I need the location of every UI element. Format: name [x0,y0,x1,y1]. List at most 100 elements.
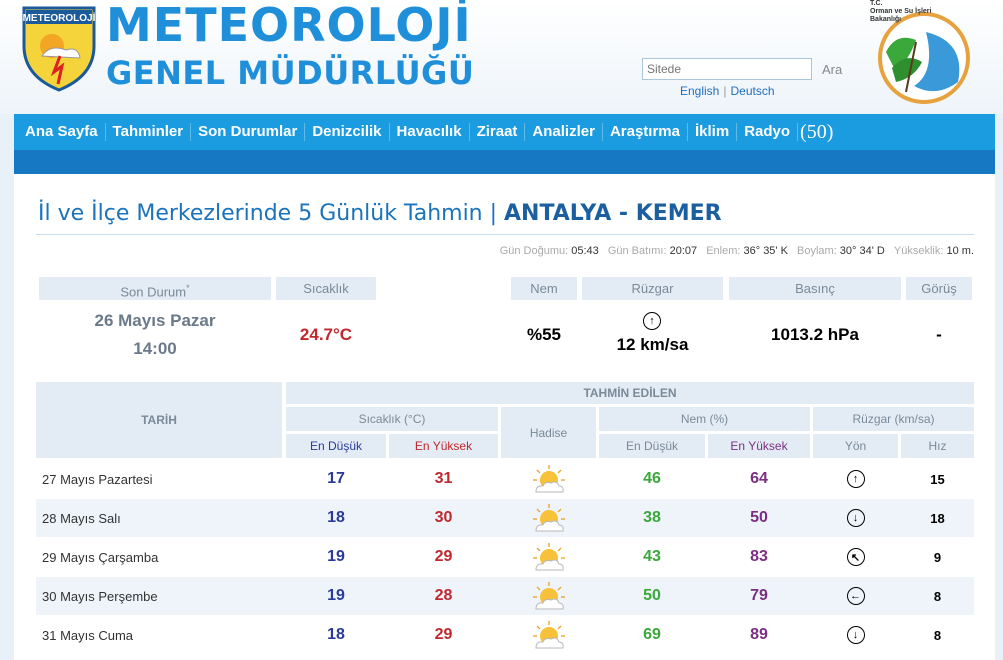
nav-item-arastirma[interactable]: Araştırma [603,123,688,141]
forecast-wind-speed: 15 [930,471,945,487]
table-row: 28 Mayıs Salı 18 30 38 50 18 ↓ [36,499,974,537]
language-links: English | Deutsch [680,84,775,98]
sub-nav-bar [14,150,995,174]
page-title-prefix: İl ve İlçe Merkezlerinde 5 Günlük Tahmin… [38,201,505,226]
nav-item-tahminler[interactable]: Tahminler [106,123,192,141]
humidity-min-header: En Düşük [599,434,705,458]
wind-arrow-icon: ↓ [846,509,865,527]
wind-direction: ← [813,577,898,615]
wind-direction: ↓ [813,499,898,537]
latitude-label: Enlem: [706,245,741,257]
forecast-date: 29 Mayıs Çarşamba [42,549,159,565]
wind-arrow-icon: ← [846,587,865,605]
forecast-temp-max: 31 [434,470,453,487]
search-button[interactable]: Ara [822,62,842,77]
lang-english-link[interactable]: English [680,84,719,98]
nav-item-ziraat[interactable]: Ziraat [470,123,526,141]
table-row: 30 Mayıs Perşembe 19 28 50 79 8 ← [36,577,974,615]
table-row: 29 Mayıs Çarşamba 19 29 43 83 9 ↖ [36,538,974,576]
ministry-line2: Orman ve Su İşleri [870,8,932,15]
sunset-value: 20:07 [669,245,698,257]
partly-cloudy-icon [501,616,596,654]
forecast-wind-speed: 8 [933,627,942,643]
current-status-label: Son Durum [120,284,187,300]
nav-item-son-durumlar[interactable]: Son Durumlar [191,123,306,141]
svg-text:METEOROLOJİ: METEOROLOJİ [23,11,96,24]
mgm-logo[interactable]: METEOROLOJİ [22,6,96,92]
forecast-humidity-max: 64 [750,470,768,487]
forecast-humidity-max: 50 [750,509,768,526]
forecast-humidity-min: 50 [643,587,661,604]
forecast-humidity-min: 69 [643,626,661,643]
forecast-humidity-min: 43 [643,548,661,565]
wind-direction: ↖ [813,538,898,576]
partly-cloudy-icon [501,499,596,537]
nav-item-analizler[interactable]: Analizler [525,123,603,141]
site-header: METEOROLOJİ METEOROLOJİ GENEL MÜDÜRLÜĞÜ … [0,0,1003,114]
forecast-temp-max: 29 [434,548,453,565]
sunset-label: Gün Batımı: [607,245,667,257]
forecasted-header: TAHMİN EDİLEN [286,382,974,404]
forecast-temp-min: 18 [327,626,345,643]
forecast-humidity-min: 46 [643,470,661,487]
current-visibility-header: Görüş [906,277,972,300]
current-temp: 24.7°C [299,325,353,344]
title-divider [36,234,974,235]
ministry-line1: T.C. [870,0,883,7]
forecast-temp-min: 18 [327,509,345,526]
forecast-wind-speed: 18 [930,510,945,526]
forecast-temp-min: 19 [327,587,345,604]
partly-cloudy-icon [501,538,596,576]
wind-dir-header: Yön [813,434,898,458]
forecast-humidity-max: 83 [750,548,768,565]
wind-arrow-icon: ↑ [846,470,865,488]
altitude-value: 10 m. [946,245,974,257]
partly-cloudy-icon [501,577,596,615]
nav-item-radyo[interactable]: Radyo [737,123,799,141]
nav-item-iklim[interactable]: İklim [688,123,738,141]
humidity-group-header: Nem (%) [599,407,810,431]
current-visibility: - [936,325,942,344]
radio-50-badge[interactable]: (50) [800,121,833,144]
search-input[interactable] [642,58,812,80]
wind-speed-header: Hız [901,434,974,458]
forecast-temp-max: 30 [434,509,453,526]
partly-cloudy-icon [501,460,596,498]
wind-group-header: Rüzgar (km/sa) [813,407,974,431]
lang-separator: | [723,84,727,98]
current-humidity: %55 [526,325,562,344]
wind-direction: ↓ [813,616,898,654]
forecast-wind-speed: 9 [933,549,942,565]
current-pressure: 1013.2 hPa [771,325,859,344]
forecast-temp-max: 29 [434,626,453,643]
current-date: 26 Mayıs Pazar [94,311,216,330]
nav-item-ana-sayfa[interactable]: Ana Sayfa [18,123,106,141]
site-title-line1[interactable]: METEOROLOJİ [106,0,472,52]
location-info: Gün Doğumu: 05:43 Gün Batımı: 20:07 Enle… [494,245,974,257]
nav-item-havacilik[interactable]: Havacılık [390,123,470,141]
lang-deutsch-link[interactable]: Deutsch [730,84,774,98]
temp-min-header: En Düşük [286,434,386,458]
nav-item-denizcilik[interactable]: Denizcilik [305,123,390,141]
wind-direction: ↑ [813,460,898,498]
table-row: 27 Mayıs Pazartesi 17 31 46 64 15 ↑ [36,460,974,498]
altitude-label: Yükseklik: [893,245,944,257]
forecast-temp-min: 19 [327,548,345,565]
main-content: İl ve İlçe Merkezlerinde 5 Günlük Tahmin… [14,174,995,660]
temp-group-header: Sıcaklık (°C) [286,407,498,431]
nav-items: Ana Sayfa Tahminler Son Durumlar Denizci… [14,114,995,150]
current-humidity-header: Nem [511,277,577,300]
forecast-humidity-min: 38 [643,509,661,526]
forecast-wind-speed: 8 [933,588,942,604]
forecast-temp-min: 17 [327,470,345,487]
humidity-max-header: En Yüksek [708,434,810,458]
table-row: 31 Mayıs Cuma 18 29 69 89 8 ↓ [36,616,974,654]
current-wind-direction: ↑ [642,312,662,330]
latitude-value: 36° 35' K [743,245,788,257]
longitude-label: Boylam: [796,245,837,257]
current-pressure-header: Basınç [729,277,901,300]
current-temp-header: Sıcaklık [276,277,376,300]
site-title-line2[interactable]: GENEL MÜDÜRLÜĞÜ [106,54,474,92]
longitude-value: 30° 34' D [839,245,885,257]
ministry-text: T.C. Orman ve Su İşleri Bakanlığı [870,0,931,24]
